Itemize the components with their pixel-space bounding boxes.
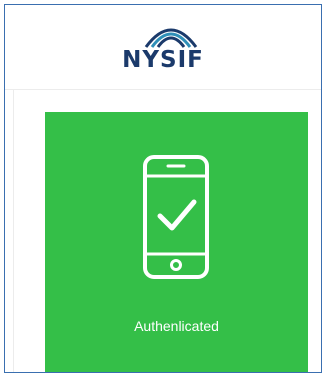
- logo-text: NYSIF: [122, 47, 204, 73]
- auth-window: NYSIF Authenlicated: [4, 4, 322, 373]
- brand-logo: NYSIF: [5, 19, 321, 79]
- smartphone-check-icon: [143, 155, 209, 279]
- logo-arcs-icon: [144, 28, 198, 48]
- content-left-rule: [13, 89, 14, 372]
- authenticated-status-label: Authenlicated: [134, 318, 219, 334]
- authenticated-card: Authenlicated: [45, 112, 308, 372]
- header-divider: [5, 89, 321, 90]
